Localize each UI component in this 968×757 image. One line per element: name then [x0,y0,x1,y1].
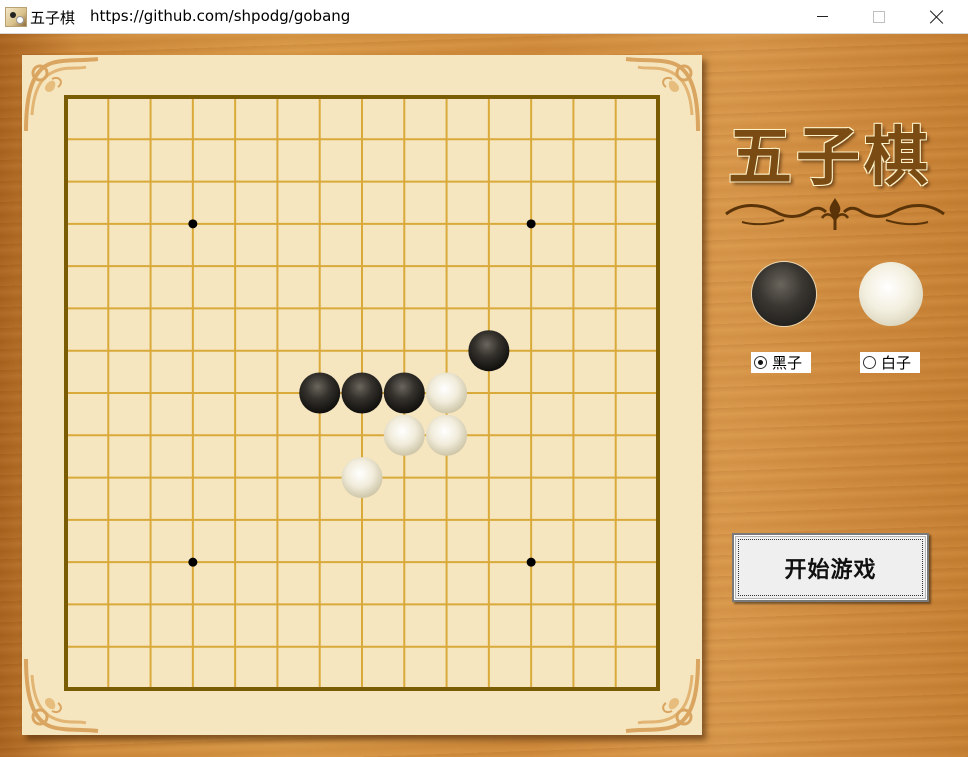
board-grid[interactable] [64,95,660,691]
black-stone [383,372,425,414]
app-icon [5,7,27,27]
star-point [188,219,198,229]
white-stone-radio[interactable]: 白子 [860,352,920,373]
white-stone [426,414,468,456]
white-stone [426,372,468,414]
window-url: https://github.com/shpodg/gobang [90,7,351,25]
maximize-icon [873,10,885,23]
radio-checked-icon[interactable] [754,356,767,369]
star-point [526,219,536,229]
logo-ornament-icon [725,198,945,230]
minimize-button[interactable] [793,0,851,33]
start-game-button[interactable]: 开始游戏 [732,533,929,602]
black-stone-preview-icon [752,262,816,326]
black-stone-radio[interactable]: 黑子 [751,352,811,373]
minimize-icon [816,16,828,17]
focus-rect [738,539,923,596]
star-point [188,557,198,567]
game-board[interactable] [64,95,660,691]
window-titlebar: 五子棋 https://github.com/shpodg/gobang [0,0,968,34]
black-stone [299,372,341,414]
white-stone [341,457,383,499]
close-button[interactable] [908,0,966,33]
logo-text: 五子棋 [728,120,932,195]
black-stone [341,372,383,414]
white-stone-label: 白子 [881,354,912,372]
maximize-button[interactable] [850,0,908,33]
close-icon [930,10,944,24]
game-logo: 五子棋 [722,100,948,230]
white-stone-preview-icon [859,262,923,326]
black-stone-label: 黑子 [772,354,803,372]
window-title: 五子棋 [30,9,76,27]
radio-unchecked-icon[interactable] [863,356,876,369]
star-point [526,557,536,567]
black-stone [468,330,510,372]
white-stone [383,414,425,456]
